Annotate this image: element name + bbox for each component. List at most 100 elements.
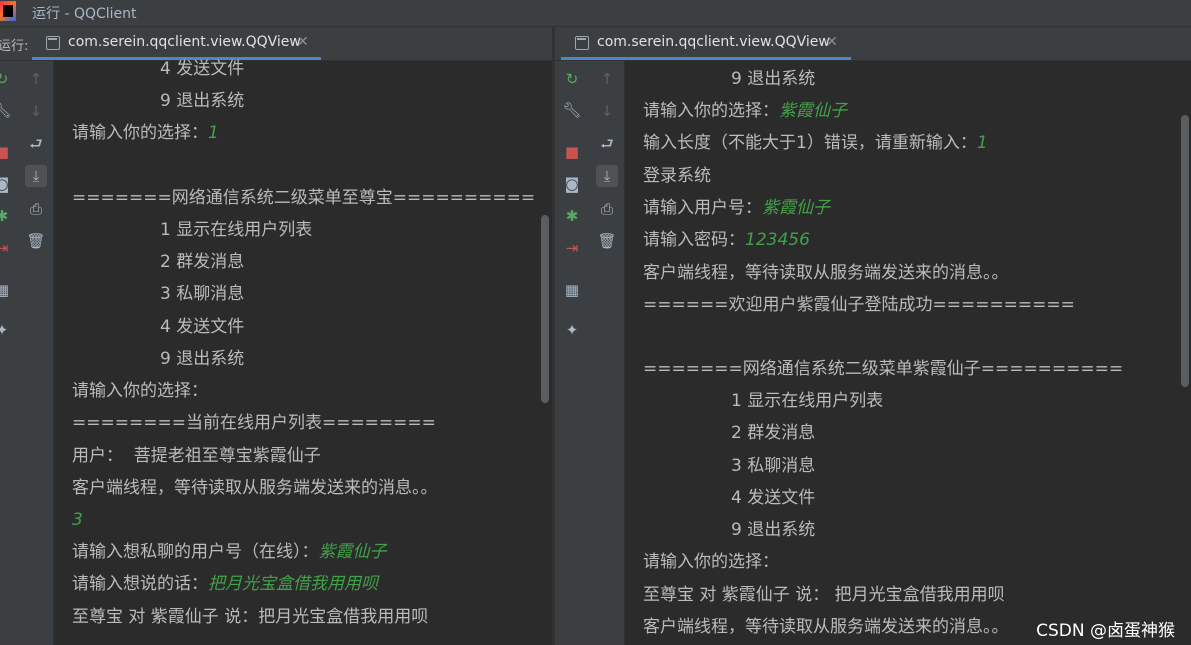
user-input: 把月光宝盒借我用用呗	[208, 574, 378, 594]
console-tab-icon	[46, 36, 60, 50]
console-line: 输入长度（不能大于1）错误，请重新输入：1	[643, 130, 988, 156]
bug-icon[interactable]: ✱	[0, 205, 13, 227]
tab-label: com.serein.qqclient.view.QQView	[597, 34, 830, 50]
console-prompt: 输入长度（不能大于1）错误，请重新输入：	[643, 133, 977, 153]
print-icon[interactable]: ⎙	[25, 198, 47, 220]
console-prompt: 请输入想私聊的用户号（在线）：	[72, 542, 319, 562]
title-bar: 运行 - QQClient	[0, 0, 1191, 27]
console-line: 登录系统	[643, 166, 711, 186]
window-title: 运行 - QQClient	[32, 6, 137, 22]
pin-icon[interactable]: ✦	[561, 319, 583, 341]
camera-icon[interactable]: ◙	[0, 173, 13, 195]
soft-wrap-icon[interactable]: ⮐	[25, 133, 47, 155]
console-line: 3 私聊消息	[731, 456, 816, 476]
console-line: 9 退出系统	[731, 520, 816, 540]
console-line: 请输入你的选择：	[72, 381, 208, 401]
rerun-icon[interactable]: ↻	[0, 68, 13, 90]
close-icon[interactable]: ✕	[297, 34, 309, 50]
wrench-icon[interactable]: 🔧︎	[0, 99, 13, 121]
console-line: 4 发送文件	[731, 488, 816, 508]
user-input: 3	[72, 510, 83, 530]
print-icon[interactable]: ⎙	[596, 198, 618, 220]
console-line: 4 发送文件	[160, 317, 245, 337]
user-input: 1	[976, 133, 988, 153]
console-toolbar: ↑ ↓ ⮐ ⤓ ⎙ 🗑︎	[20, 61, 54, 645]
vertical-scrollbar[interactable]	[1181, 115, 1189, 387]
console-line: 客户端线程，等待读取从服务端发送来的消息。。	[643, 617, 1009, 637]
console-line: 客户端线程，等待读取从服务端发送来的消息。。	[643, 263, 1009, 283]
console-line: 至尊宝 对 紫霞仙子 说：把月光宝盒借我用用呗	[72, 607, 429, 627]
trash-icon[interactable]: 🗑︎	[25, 230, 47, 252]
console-line: 9 退出系统	[731, 69, 816, 89]
soft-wrap-icon[interactable]: ⮐	[596, 133, 618, 155]
trash-icon[interactable]: 🗑︎	[596, 230, 618, 252]
console-line: 1 显示在线用户列表	[160, 220, 313, 240]
console-tab-icon	[575, 36, 589, 50]
console-line: 请输入密码：123456	[643, 227, 810, 253]
user-input: 1	[208, 123, 219, 143]
tab-label: com.serein.qqclient.view.QQView	[68, 34, 301, 50]
arrow-down-icon[interactable]: ↓	[25, 100, 47, 122]
user-input: 紫霞仙子	[762, 198, 830, 218]
rerun-icon[interactable]: ↻	[561, 68, 583, 90]
camera-icon[interactable]: ◙	[561, 173, 583, 195]
run-panel-left: 运行: com.serein.qqclient.view.QQView ✕ ↻ …	[0, 27, 552, 645]
console-line: =======网络通信系统二级菜单至尊宝==========	[72, 188, 536, 208]
console-line: =======网络通信系统二级菜单紫霞仙子==========	[643, 359, 1124, 379]
console-line: 2 群发消息	[160, 252, 245, 272]
run-panel-right: com.serein.qqclient.view.QQView ✕ ↻ 🔧︎ ■…	[555, 27, 1191, 645]
console-line: 请输入你的选择：1	[72, 120, 219, 146]
console-line: 请输入想说的话：把月光宝盒借我用用呗	[72, 571, 378, 597]
close-icon[interactable]: ✕	[826, 34, 838, 50]
console-line: 2 群发消息	[731, 423, 816, 443]
console-prompt: 请输入想说的话：	[72, 574, 208, 594]
vertical-scrollbar[interactable]	[541, 215, 549, 403]
layout-icon[interactable]: ▦	[0, 279, 13, 301]
console-line: 4 发送文件	[160, 59, 245, 79]
exit-icon[interactable]: ⇥	[561, 237, 583, 259]
run-label: 运行:	[0, 39, 29, 54]
console-prompt: 请输入用户号：	[643, 198, 762, 218]
console-line: ========当前在线用户列表========	[72, 413, 436, 433]
tab-qqview[interactable]: com.serein.qqclient.view.QQView ✕	[561, 27, 865, 60]
scroll-to-end-icon[interactable]: ⤓	[25, 165, 47, 187]
user-input: 123456	[745, 230, 810, 250]
arrow-down-icon[interactable]: ↓	[596, 100, 618, 122]
console-line: 1 显示在线用户列表	[731, 391, 884, 411]
tab-active-indicator	[561, 57, 851, 60]
run-toolbar: ↻ 🔧︎ ■ ◙ ✱ ⇥ ▦ ✦	[0, 61, 20, 645]
scroll-to-end-icon[interactable]: ⤓	[596, 165, 618, 187]
console-line: 请输入想私聊的用户号（在线）：紫霞仙子	[72, 539, 387, 565]
tab-bar: com.serein.qqclient.view.QQView ✕	[555, 27, 1191, 61]
console-toolbar: ↑ ↓ ⮐ ⤓ ⎙ 🗑︎	[591, 61, 625, 645]
console-prompt: 请输入你的选择：	[643, 101, 779, 121]
csdn-watermark: CSDN @卤蛋神猴	[1036, 621, 1175, 641]
exit-icon[interactable]: ⇥	[0, 237, 13, 259]
user-input: 紫霞仙子	[318, 542, 387, 562]
console-prompt: 请输入密码：	[643, 230, 745, 250]
console-line: 用户： 菩提老祖至尊宝紫霞仙子	[72, 446, 321, 466]
console-line: 3 私聊消息	[160, 284, 245, 304]
arrow-up-icon[interactable]: ↑	[25, 68, 47, 90]
user-input: 紫霞仙子	[779, 101, 847, 121]
stop-icon[interactable]: ■	[0, 141, 13, 163]
console-line: 9 退出系统	[160, 349, 245, 369]
intellij-logo-icon	[0, 1, 16, 21]
bug-icon[interactable]: ✱	[561, 205, 583, 227]
console-line: 请输入你的选择：	[643, 552, 779, 572]
run-toolbar: ↻ 🔧︎ ■ ◙ ✱ ⇥ ▦ ✦	[555, 61, 591, 645]
console-line: 请输入你的选择：紫霞仙子	[643, 98, 847, 124]
console-prompt: 请输入你的选择：	[72, 123, 208, 143]
arrow-up-icon[interactable]: ↑	[596, 68, 618, 90]
pin-icon[interactable]: ✦	[0, 319, 13, 341]
console-line: 客户端线程，等待读取从服务端发送来的消息。。	[72, 478, 438, 498]
console-line: ======欢迎用户紫霞仙子登陆成功==========	[643, 295, 1075, 315]
console-line: 请输入用户号：紫霞仙子	[643, 195, 830, 221]
wrench-icon[interactable]: 🔧︎	[561, 99, 583, 121]
console-output[interactable]: 4 发送文件 9 退出系统 请输入你的选择：1 =======网络通信系统二级菜…	[72, 59, 542, 645]
console-line: 至尊宝 对 紫霞仙子 说： 把月光宝盒借我用用呗	[643, 585, 1005, 605]
layout-icon[interactable]: ▦	[561, 279, 583, 301]
console-output[interactable]: 9 退出系统 请输入你的选择：紫霞仙子 输入长度（不能大于1）错误，请重新输入：…	[643, 61, 1183, 645]
stop-icon[interactable]: ■	[561, 141, 583, 163]
console-line: 9 退出系统	[160, 91, 245, 111]
